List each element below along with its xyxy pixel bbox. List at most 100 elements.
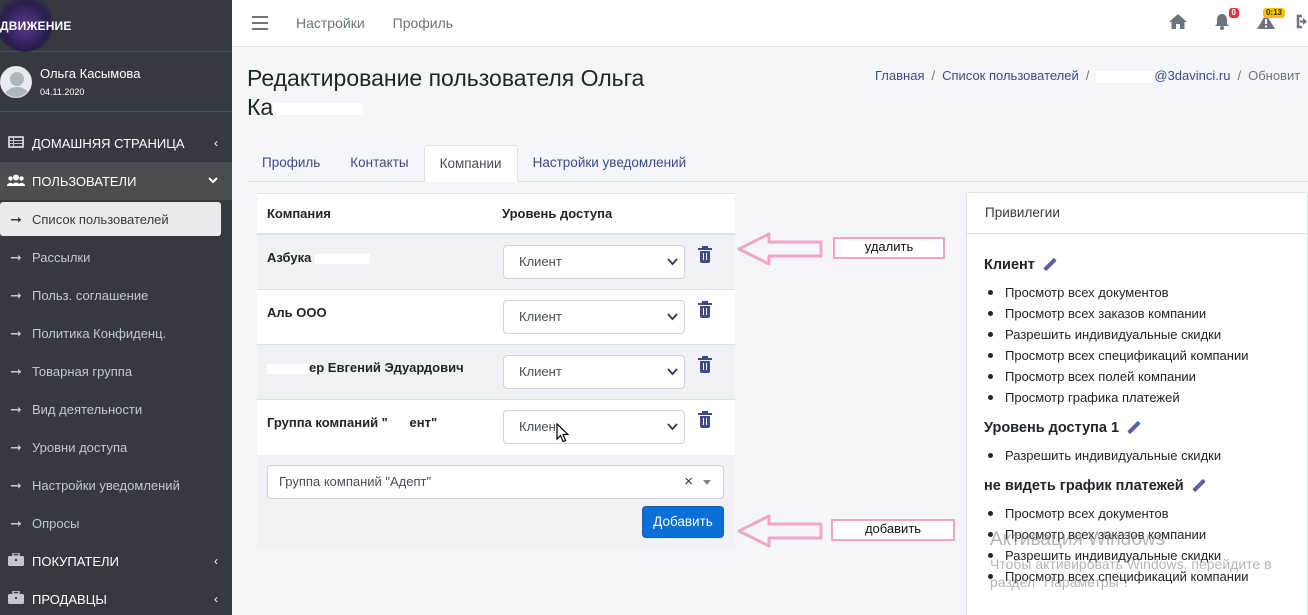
sidebar-item-label: ПРОДАВЦЫ	[32, 591, 107, 607]
sidebar-item-access-levels[interactable]: ➞ Уровни доступа	[0, 428, 232, 466]
clear-icon[interactable]: ×	[684, 466, 693, 498]
page-title-line2: Ка	[247, 94, 274, 120]
tab-contacts[interactable]: Контакты	[335, 145, 423, 181]
brand[interactable]: ДВИЖЕНИЕ	[0, 0, 232, 52]
access-level-select[interactable]: Клиент	[503, 355, 685, 389]
chevron-left-icon: ‹	[214, 554, 218, 568]
sidebar-item-mailings[interactable]: ➞ Рассылки	[0, 238, 232, 276]
tab-companies[interactable]: Компании	[423, 145, 518, 182]
list-item: Просмотр графика платежей	[988, 387, 1307, 408]
list-icon	[6, 135, 26, 151]
page-title-line1: Редактирование пользователя Ольга	[247, 65, 645, 91]
hamburger-menu-icon[interactable]	[252, 16, 268, 30]
list-item: Просмотр всех документов	[988, 503, 1307, 524]
arrow-right-icon: ➞	[10, 362, 22, 379]
breadcrumb-home[interactable]: Главная	[875, 68, 924, 83]
pencil-icon[interactable]	[1127, 421, 1141, 435]
sidebar-item-label: ДОМАШНЯЯ СТРАНИЦА	[32, 135, 185, 151]
table-row: Аль ООО Клиент	[257, 290, 735, 345]
arrow-right-icon: ➞	[10, 324, 22, 341]
sidebar-item-buyers[interactable]: ПОКУПАТЕЛИ ‹	[0, 542, 232, 580]
chevron-left-icon: ‹	[214, 592, 218, 606]
user-name: Ольга Касымова	[40, 66, 141, 81]
list-item: Просмотр всех спецификаций компании	[988, 566, 1307, 587]
table-row: ер Евгений Эдуардович Клиент	[257, 345, 735, 400]
top-link-settings[interactable]: Настройки	[296, 15, 365, 31]
tab-notification-settings[interactable]: Настройки уведомлений	[518, 145, 702, 181]
pencil-icon[interactable]	[1192, 479, 1206, 493]
add-button[interactable]: Добавить	[642, 506, 724, 538]
top-link-profile[interactable]: Профиль	[393, 15, 453, 31]
alerts-badge: 0:13	[1262, 7, 1285, 18]
breadcrumb-user-email[interactable]: @3davinci.ru	[1154, 68, 1230, 83]
brand-name: ДВИЖЕНИЕ	[0, 18, 72, 33]
list-item: Просмотр всех документов	[988, 282, 1307, 303]
list-item: Разрешить индивидуальные скидки	[988, 324, 1307, 345]
annotation-add-label: добавить	[831, 519, 955, 541]
chevron-left-icon: ‹	[214, 136, 218, 150]
breadcrumb-current: Обновит	[1248, 68, 1301, 83]
sidebar-item-label: ПОЛЬЗОВАТЕЛИ	[32, 173, 137, 189]
redaction-mask	[273, 102, 364, 115]
sidebar-item-home[interactable]: ДОМАШНЯЯ СТРАНИЦА ‹	[0, 124, 232, 162]
trash-icon[interactable]	[698, 356, 712, 373]
notifications-badge: 0	[1228, 7, 1239, 18]
sidebar-item-label: Список пользователей	[32, 211, 169, 227]
user-date: 04.11.2020	[40, 87, 85, 97]
dropdown-arrow-icon	[703, 480, 711, 485]
top-icons: 0 0:13	[1142, 0, 1308, 47]
warning-icon[interactable]: 0:13	[1256, 7, 1285, 35]
chevron-down-icon	[208, 174, 218, 188]
tabs: Профиль Контакты Компании Настройки увед…	[247, 145, 1308, 182]
company-name: Аль ООО	[267, 305, 327, 320]
arrow-right-icon: ➞	[10, 400, 22, 417]
sidebar-item-sellers[interactable]: ПРОДАВЦЫ ‹	[0, 580, 232, 615]
privilege-group-name: Уровень доступа 1	[984, 420, 1120, 436]
chevron-down-icon	[667, 411, 678, 455]
column-header-access-level: Уровень доступа	[502, 206, 613, 221]
bell-icon[interactable]: 0	[1214, 7, 1239, 35]
sidebar-item-user-agreement[interactable]: ➞ Польз. соглашение	[0, 276, 232, 314]
list-item: Разрешить индивидуальные скидки	[988, 445, 1307, 466]
sidebar-item-label: Товарная группа	[32, 363, 133, 379]
trash-icon[interactable]	[698, 411, 712, 428]
sidebar-item-privacy-policy[interactable]: ➞ Политика Конфиденц.	[0, 314, 232, 352]
list-item: Просмотр всех заказов компании	[988, 303, 1307, 324]
sidebar-item-label: Уровни доступа	[32, 439, 128, 455]
sidebar-item-label: Настройки уведомлений	[32, 477, 180, 493]
list-item: Разрешить индивидуальные скидки	[988, 545, 1307, 566]
privilege-group-name: Клиент	[984, 257, 1035, 273]
tab-profile[interactable]: Профиль	[247, 145, 335, 181]
briefcase-icon	[6, 552, 26, 569]
sidebar-item-product-group[interactable]: ➞ Товарная группа	[0, 352, 232, 390]
trash-icon[interactable]	[698, 246, 712, 263]
home-icon[interactable]	[1168, 13, 1188, 35]
briefcase-icon	[6, 590, 26, 607]
sidebar-item-user-list[interactable]: ➞ Список пользователей	[0, 202, 221, 236]
privileges-title: Привилегии	[967, 193, 1307, 234]
top-navbar: Настройки Профиль 0 0:13	[232, 0, 1308, 47]
user-panel[interactable]: Ольга Касымова 04.11.2020	[0, 52, 232, 112]
access-level-select[interactable]: Клиент	[503, 300, 685, 334]
breadcrumb-separator: /	[931, 68, 936, 83]
trash-icon[interactable]	[698, 301, 712, 318]
pencil-icon[interactable]	[1043, 258, 1057, 272]
breadcrumb-user-list[interactable]: Список пользователей	[942, 68, 1079, 83]
redaction-mask	[1096, 70, 1155, 83]
sidebar-item-users[interactable]: ПОЛЬЗОВАТЕЛИ	[0, 162, 232, 200]
sidebar-item-label: Политика Конфиденц.	[32, 325, 167, 341]
logout-icon[interactable]	[1296, 13, 1308, 34]
access-level-select[interactable]: Клиен	[503, 410, 685, 444]
table-header: Компания Уровень доступа	[257, 193, 735, 235]
access-level-select[interactable]: Клиент	[503, 245, 685, 279]
arrow-right-icon: ➞	[10, 286, 22, 303]
chevron-down-icon	[667, 301, 678, 345]
table-row: Азбука Клиент	[257, 235, 735, 290]
sidebar-item-surveys[interactable]: ➞ Опросы	[0, 504, 232, 542]
sidebar-item-label: Рассылки	[32, 249, 91, 265]
company-name: Азбука	[267, 250, 370, 265]
company-select[interactable]: Группа компаний "Адепт" ×	[267, 465, 724, 499]
sidebar-item-label: ПОКУПАТЕЛИ	[32, 553, 119, 569]
sidebar-item-activity-type[interactable]: ➞ Вид деятельности	[0, 390, 232, 428]
sidebar-item-notification-settings[interactable]: ➞ Настройки уведомлений	[0, 466, 232, 504]
